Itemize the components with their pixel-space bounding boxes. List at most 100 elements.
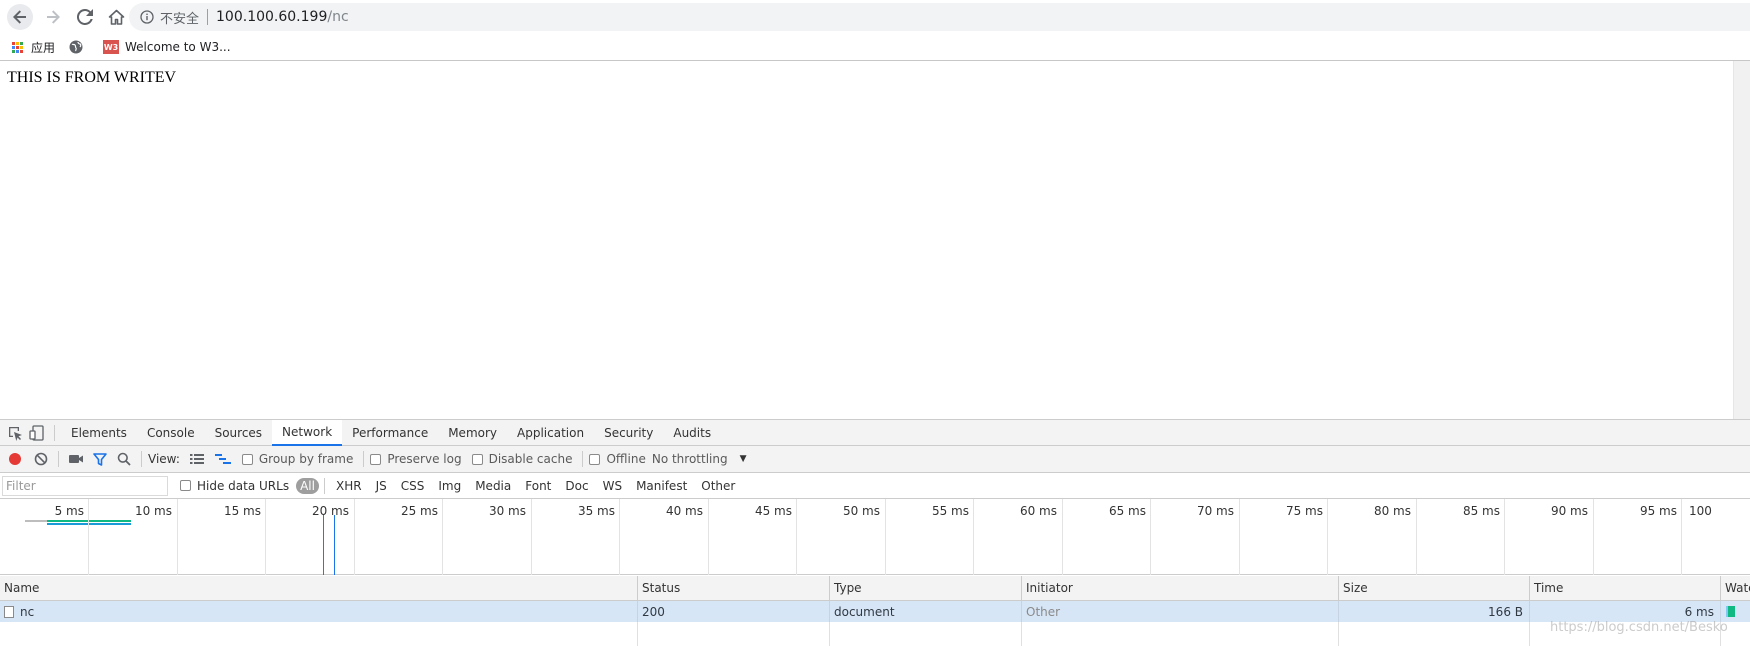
column-name[interactable]: Name	[0, 576, 638, 600]
table-row[interactable]: nc 200 document Other 166 B 6 ms	[0, 601, 1750, 622]
forward-button[interactable]	[40, 4, 66, 30]
arrow-right-icon	[47, 10, 60, 24]
search-button[interactable]	[113, 448, 135, 470]
checkbox-box[interactable]	[241, 453, 253, 465]
hide-data-urls-checkbox[interactable]: Hide data URLs	[180, 479, 289, 493]
network-overview-timeline[interactable]: 5 ms 10 ms 15 ms 20 ms 25 ms 30 ms 35 ms 40 ms 4…	[0, 499, 1750, 575]
timeline-tick-label: 60 ms	[1019, 504, 1057, 518]
clear-button[interactable]	[30, 448, 52, 470]
timeline-tick-label: 45 ms	[754, 504, 792, 518]
disable-cache-checkbox[interactable]: Disable cache	[471, 452, 572, 466]
preserve-log-checkbox[interactable]: Preserve log	[370, 452, 462, 466]
view-label: View:	[148, 452, 180, 466]
filter-type-other[interactable]: Other	[695, 478, 741, 494]
list-view-icon	[189, 454, 204, 464]
timeline-tick-label: 70 ms	[1196, 504, 1234, 518]
timeline-tick-label: 90 ms	[1550, 504, 1588, 518]
tab-audits[interactable]: Audits	[663, 420, 721, 446]
filter-toggle-button[interactable]	[89, 448, 111, 470]
bookmark-w3[interactable]: W3 Welcome to W3...	[103, 36, 237, 58]
request-name-cell[interactable]: nc	[0, 601, 638, 622]
page-scrollbar[interactable]	[1733, 61, 1750, 419]
timeline-tick-label: 55 ms	[931, 504, 969, 518]
timeline-gridline	[1593, 499, 1594, 575]
waterfall-icon	[214, 454, 231, 464]
group-by-frame-checkbox[interactable]: Group by frame	[241, 452, 353, 466]
throttling-select[interactable]: No throttling ▼	[652, 452, 747, 466]
tab-memory[interactable]: Memory	[438, 420, 507, 446]
tab-application[interactable]: Application	[507, 420, 594, 446]
bookmark-apps-label: 应用	[31, 40, 56, 55]
devtools-panel: Elements Console Sources Network Perform…	[0, 419, 1750, 646]
checkbox-box[interactable]	[589, 453, 601, 465]
overview-button[interactable]	[212, 448, 234, 470]
timeline-gridline	[1327, 499, 1328, 575]
timeline-tick-label: 50 ms	[842, 504, 880, 518]
request-waterfall	[1721, 601, 1750, 622]
tab-elements[interactable]: Elements	[61, 420, 137, 446]
tab-security[interactable]: Security	[594, 420, 663, 446]
back-button[interactable]	[7, 4, 33, 30]
timeline-request-bar	[47, 523, 131, 525]
timeline-tick-label: 20 ms	[311, 504, 349, 518]
timeline-gridline	[619, 499, 620, 575]
timeline-gridline	[177, 499, 178, 575]
filter-type-css[interactable]: CSS	[395, 478, 431, 494]
column-type[interactable]: Type	[830, 576, 1022, 600]
filler-cell	[830, 622, 1022, 646]
offline-checkbox[interactable]: Offline	[589, 452, 646, 466]
column-waterfall[interactable]: Wate	[1721, 576, 1750, 600]
security-label[interactable]: 不安全	[160, 8, 199, 27]
timeline-tick-label: 35 ms	[577, 504, 615, 518]
inspect-element-button[interactable]	[4, 422, 26, 444]
timeline-gridline	[1239, 499, 1240, 575]
device-toolbar-button[interactable]	[26, 422, 48, 444]
tab-sources[interactable]: Sources	[205, 420, 272, 446]
large-rows-button[interactable]	[186, 448, 208, 470]
filter-type-all[interactable]: All	[296, 477, 319, 494]
record-button[interactable]	[4, 448, 26, 470]
filter-type-img[interactable]: Img	[432, 478, 467, 494]
info-icon[interactable]	[140, 10, 154, 24]
timeline-gridline	[354, 499, 355, 575]
column-initiator[interactable]: Initiator	[1022, 576, 1339, 600]
bookmark-apps[interactable]: 应用	[8, 36, 61, 58]
checkbox-box[interactable]	[180, 480, 191, 491]
timeline-tick-label: 10 ms	[134, 504, 172, 518]
column-status[interactable]: Status	[638, 576, 830, 600]
timeline-gridline	[708, 499, 709, 575]
home-icon	[108, 9, 124, 25]
address-bar[interactable]: 不安全 100.100.60.199/nc	[129, 3, 1750, 31]
home-button[interactable]	[103, 4, 129, 30]
column-time[interactable]: Time	[1530, 576, 1721, 600]
timeline-tick-label: 65 ms	[1108, 504, 1146, 518]
search-icon	[117, 452, 131, 466]
bookmark-globe[interactable]	[69, 36, 89, 58]
tab-console[interactable]: Console	[137, 420, 205, 446]
reload-button[interactable]	[72, 4, 98, 30]
screenshot-button[interactable]	[65, 448, 87, 470]
filter-type-js[interactable]: JS	[370, 478, 393, 494]
filter-type-ws[interactable]: WS	[597, 478, 628, 494]
filter-type-font[interactable]: Font	[519, 478, 557, 494]
url-text[interactable]: 100.100.60.199/nc	[216, 9, 349, 25]
timeline-gridline	[1504, 499, 1505, 575]
tab-performance[interactable]: Performance	[342, 420, 438, 446]
arrow-left-icon	[13, 10, 26, 24]
filter-input[interactable]: Filter	[2, 475, 168, 496]
reload-icon	[77, 9, 93, 25]
tab-network[interactable]: Network	[272, 419, 343, 446]
page-body-text: THIS IS FROM WRITEV	[7, 69, 177, 86]
request-initiator: Other	[1022, 601, 1339, 622]
checkbox-box[interactable]	[471, 453, 483, 465]
timeline-gridline	[442, 499, 443, 575]
filter-type-xhr[interactable]: XHR	[330, 478, 368, 494]
request-status: 200	[638, 601, 830, 622]
filter-type-manifest[interactable]: Manifest	[630, 478, 693, 494]
column-size[interactable]: Size	[1339, 576, 1530, 600]
funnel-icon	[93, 453, 107, 466]
filter-type-doc[interactable]: Doc	[559, 478, 594, 494]
filter-type-media[interactable]: Media	[469, 478, 517, 494]
url-host: 100.100.60.199	[216, 9, 328, 25]
checkbox-box[interactable]	[370, 453, 382, 465]
